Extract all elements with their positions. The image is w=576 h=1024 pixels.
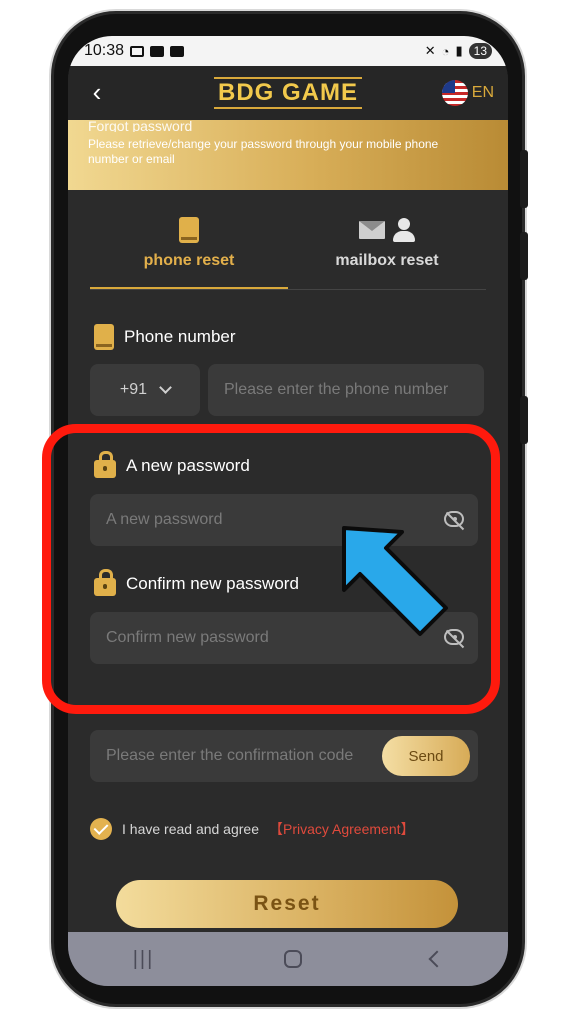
checkbox-checked-icon[interactable] <box>90 818 112 840</box>
system-nav-bar: ||| <box>68 932 508 986</box>
back-button[interactable]: ‹ <box>82 78 112 108</box>
tab-label: mailbox reset <box>335 252 439 269</box>
tab-phone-reset[interactable]: phone reset <box>90 214 288 289</box>
status-time: 10:38 <box>84 42 125 59</box>
country-code-select[interactable]: +91 <box>90 364 200 416</box>
banner-title: Forgot password <box>88 118 193 132</box>
language-selector[interactable]: EN <box>441 80 494 106</box>
brand-logo: BDG GAME <box>214 77 362 109</box>
battery-badge: 13 <box>468 43 492 59</box>
app-header: ‹ BDG GAME EN <box>68 66 508 120</box>
send-code-button[interactable]: Send <box>382 736 470 776</box>
home-icon[interactable] <box>283 950 302 968</box>
language-label: EN <box>471 84 494 101</box>
mute-icon: ✕ <box>424 43 436 58</box>
reset-method-tabs: phone reset mailbox reset <box>90 214 486 290</box>
chevron-down-icon <box>159 381 172 394</box>
phone-icon <box>94 324 114 350</box>
tab-label: phone reset <box>143 252 235 269</box>
reset-button[interactable]: Reset <box>116 880 458 928</box>
phone-number-label: Phone number <box>94 324 236 350</box>
chevron-left-icon: ‹ <box>92 77 102 107</box>
screenshot-icon <box>130 45 145 57</box>
person-icon <box>393 218 415 242</box>
agreement-row: I have read and agree 【Privacy Agreement… <box>90 818 415 840</box>
phone-icon <box>179 217 199 243</box>
code-placeholder: Please enter the confirmation code <box>106 747 354 764</box>
back-nav-icon[interactable] <box>428 950 446 968</box>
country-code-value: +91 <box>119 381 148 398</box>
banner-description: Please retrieve/change your password thr… <box>88 137 439 166</box>
power-button <box>520 396 528 444</box>
privacy-agreement-link[interactable]: 【Privacy Agreement】 <box>269 819 415 839</box>
signal-icon: ▮ <box>455 43 463 58</box>
confirmation-code-input[interactable]: Please enter the confirmation code Send <box>90 730 478 782</box>
volume-button <box>520 232 528 280</box>
tab-mailbox-reset[interactable]: mailbox reset <box>288 214 486 289</box>
youtube-icon <box>150 45 165 57</box>
volume-button <box>520 150 528 208</box>
us-flag-icon <box>441 80 468 106</box>
pointer-arrow-icon <box>342 526 448 636</box>
label-text: Phone number <box>124 327 236 346</box>
mail-icon <box>359 221 385 239</box>
youtube-icon <box>170 45 185 57</box>
recent-apps-icon[interactable]: ||| <box>133 948 155 971</box>
status-bar: 10:38 ✕ ◔ ▮ 13 <box>68 36 508 66</box>
agreement-text: I have read and agree <box>122 821 259 837</box>
phone-placeholder: Please enter the phone number <box>224 381 449 398</box>
phone-number-input[interactable]: Please enter the phone number <box>208 364 484 416</box>
info-banner: Forgot password Please retrieve/change y… <box>68 118 508 190</box>
wifi-icon: ◔ <box>441 43 450 59</box>
